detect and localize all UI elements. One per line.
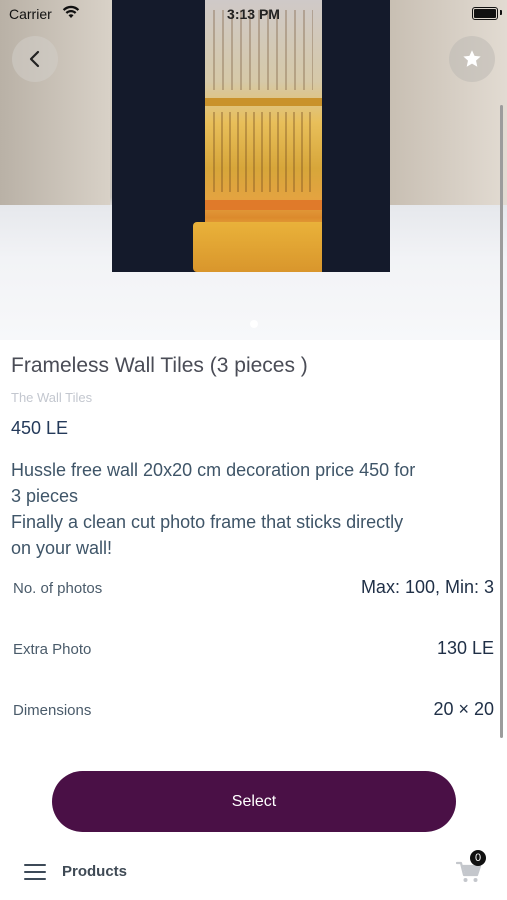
image-pillar xyxy=(193,0,334,272)
select-button[interactable]: Select xyxy=(52,771,456,832)
description-line: Hussle free wall 20x20 cm decoration pri… xyxy=(11,460,416,480)
star-icon xyxy=(463,50,481,67)
product-description: Hussle free wall 20x20 cm decoration pri… xyxy=(11,457,491,561)
carousel-indicator xyxy=(250,320,258,328)
spec-value: Max: 100, Min: 3 xyxy=(360,577,494,597)
product-title: Frameless Wall Tiles (3 pieces ) xyxy=(11,354,308,377)
status-bar: Carrier 3:13 PM xyxy=(0,0,507,28)
image-pillar-base xyxy=(193,222,334,272)
chevron-left-icon xyxy=(29,50,40,68)
description-line: on your wall! xyxy=(11,538,113,558)
products-nav-label[interactable]: Products xyxy=(62,863,127,880)
image-glyphs-bottom xyxy=(213,112,313,192)
product-brand: The Wall Tiles xyxy=(11,390,93,405)
description-line: Finally a clean cut photo frame that sti… xyxy=(11,512,404,532)
spec-row-photos: No. of photos Max: 100, Min: 3 xyxy=(13,577,494,601)
product-image[interactable] xyxy=(0,0,507,340)
spec-label: Dimensions xyxy=(13,702,92,719)
image-band-orange xyxy=(205,200,322,210)
spec-label: No. of photos xyxy=(13,580,103,597)
battery-tip xyxy=(500,10,502,15)
favorite-button[interactable] xyxy=(449,36,495,82)
back-button[interactable] xyxy=(12,36,58,82)
description-line: 3 pieces xyxy=(11,486,79,506)
cart-count-badge: 0 xyxy=(470,850,486,866)
spec-value: 20 × 20 xyxy=(433,699,494,719)
spec-row-dimensions: Dimensions 20 × 20 xyxy=(13,699,494,723)
image-wall-right xyxy=(390,0,507,210)
image-wall-left xyxy=(0,0,110,215)
image-frame-right xyxy=(322,0,390,272)
hamburger-icon[interactable] xyxy=(24,864,46,880)
product-price: 450 LE xyxy=(11,418,69,438)
spec-value: 130 LE xyxy=(436,638,494,658)
scrollbar[interactable] xyxy=(500,105,503,738)
battery-icon xyxy=(472,7,498,20)
status-time: 3:13 PM xyxy=(227,6,280,22)
image-band xyxy=(205,98,322,106)
spec-row-extra-photo: Extra Photo 130 LE xyxy=(13,638,494,662)
spec-label: Extra Photo xyxy=(13,641,92,658)
